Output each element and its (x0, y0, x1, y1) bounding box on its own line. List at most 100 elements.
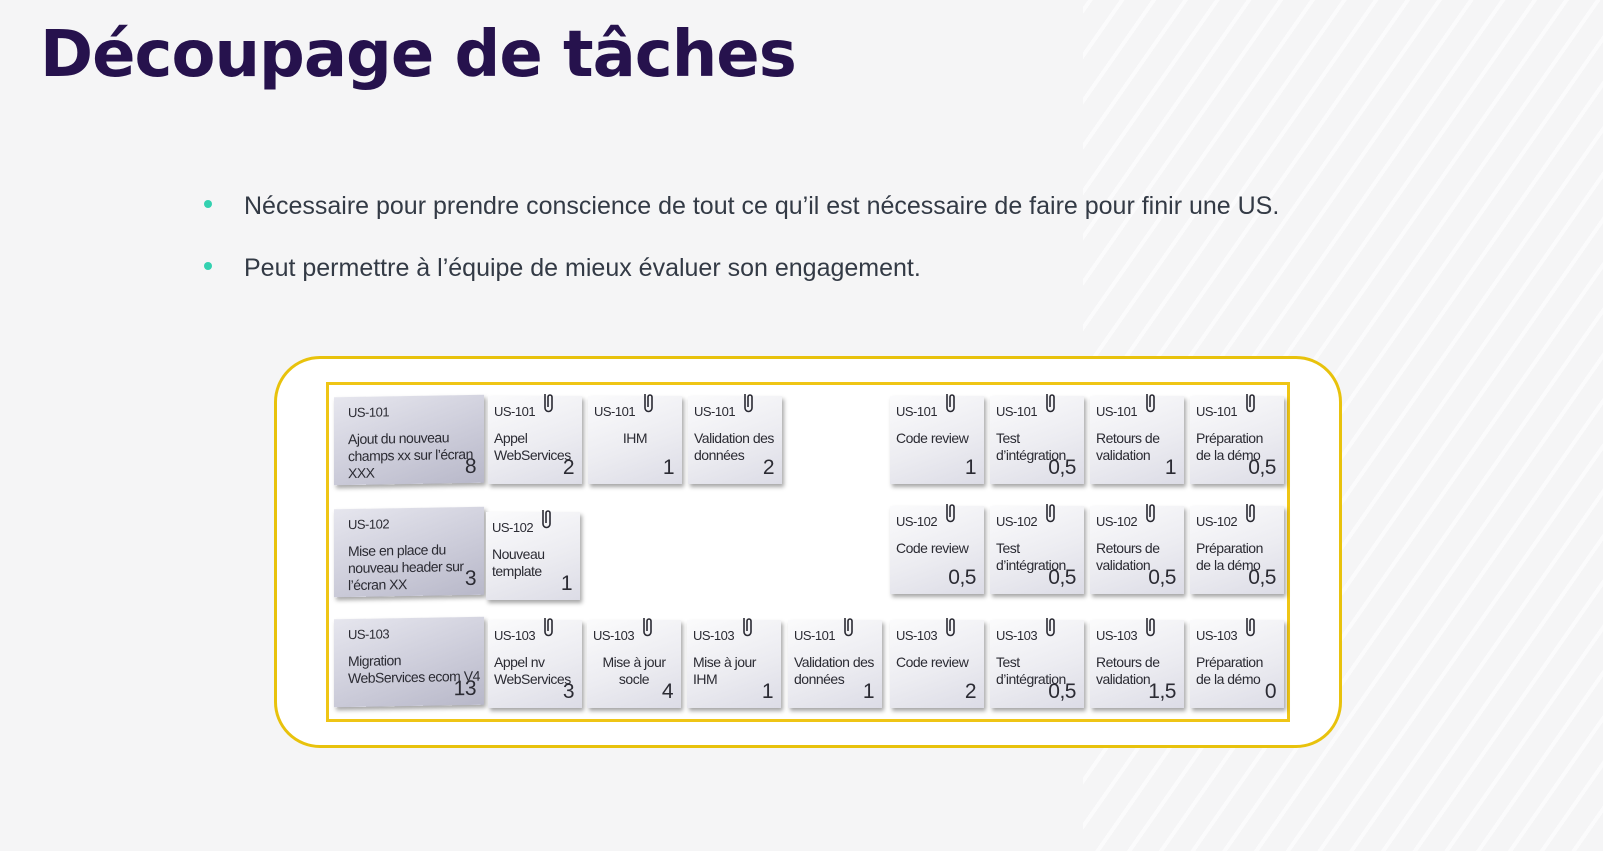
paperclip-icon (1046, 394, 1055, 413)
paperclip-icon (1246, 618, 1255, 637)
card-id: US-102 (492, 520, 534, 535)
card-id: US-101 (348, 404, 390, 421)
task-card: US-102 Nouveau template 1 (486, 510, 580, 600)
card-id: US-103 (348, 626, 390, 643)
card-points: 3 (464, 566, 476, 591)
card-id: US-101 (794, 628, 836, 643)
user-story-card: US-102 Mise en place du nouveau header s… (334, 506, 484, 598)
task-card: US-101 Code review 1 (890, 394, 984, 484)
card-text: Code review (896, 654, 969, 670)
card-id: US-103 (896, 628, 938, 643)
card-value: 0,5 (1048, 680, 1076, 703)
card-value: 0,5 (1048, 566, 1076, 589)
card-id: US-101 (694, 404, 736, 419)
task-card: US-102 Retours de validation 0,5 (1090, 504, 1184, 594)
paperclip-icon (544, 394, 553, 413)
card-text: Ajout du nouveau champs xx sur l’écran X… (348, 429, 473, 482)
paperclip-icon (1046, 504, 1055, 523)
task-card: US-101 Test d’intégration 0,5 (990, 394, 1084, 484)
paperclip-icon (1146, 394, 1155, 413)
card-text: Code review (896, 540, 969, 556)
card-id: US-103 (494, 628, 536, 643)
card-value: 1 (761, 680, 774, 703)
user-story-card: US-103 Migration WebServices ecom V4 13 (334, 616, 484, 708)
paperclip-icon (542, 510, 551, 529)
bullet-item: Peut permettre à l’équipe de mieux évalu… (204, 254, 1279, 316)
card-value: 1 (862, 680, 875, 703)
card-value: 0 (1264, 680, 1277, 703)
card-value: 0,5 (1048, 456, 1076, 479)
card-id: US-103 (1096, 628, 1138, 643)
task-card: US-103 Mise à jour socle 4 (587, 618, 681, 708)
bullet-text: Nécessaire pour prendre conscience de to… (244, 192, 1280, 220)
bullet-dot-icon (204, 200, 212, 208)
task-card: US-101 Préparation de la démo 0,5 (1190, 394, 1284, 484)
paperclip-icon (844, 618, 853, 637)
paperclip-icon (544, 618, 553, 637)
card-value: 1 (964, 456, 977, 479)
task-card: US-103 Mise à jour IHM 1 (687, 618, 781, 708)
card-id: US-101 (996, 404, 1038, 419)
paperclip-icon (644, 394, 653, 413)
card-id: US-102 (1196, 514, 1238, 529)
task-card: US-102 Code review 0,5 (890, 504, 984, 594)
card-value: 0,5 (1248, 456, 1276, 479)
slide-title: Découpage de tâches (40, 18, 797, 92)
task-card: US-101 Appel WebServices 2 (488, 394, 582, 484)
paperclip-icon (946, 504, 955, 523)
card-text: IHM (622, 430, 648, 446)
card-value: 1 (662, 456, 675, 479)
card-value: 1 (560, 572, 573, 595)
bullet-item: Nécessaire pour prendre conscience de to… (204, 192, 1279, 254)
user-story-card: US-101 Ajout du nouveau champs xx sur l’… (334, 394, 484, 486)
paperclip-icon (1246, 394, 1255, 413)
card-id: US-103 (1196, 628, 1238, 643)
card-id: US-103 (593, 628, 635, 643)
card-value: 4 (661, 680, 674, 703)
paperclip-icon (744, 394, 753, 413)
card-points: 8 (464, 454, 476, 479)
task-card: US-101 IHM 1 (588, 394, 682, 484)
task-card: US-102 Préparation de la démo 0,5 (1190, 504, 1284, 594)
bullet-dot-icon (204, 262, 212, 270)
card-id: US-101 (1196, 404, 1238, 419)
card-id: US-101 (594, 404, 636, 419)
bullet-text: Peut permettre à l’équipe de mieux évalu… (244, 254, 921, 282)
card-value: 1 (1164, 456, 1177, 479)
card-value: 3 (562, 680, 575, 703)
task-card: US-103 Test d’intégration 0,5 (990, 618, 1084, 708)
card-value: 0,5 (1248, 566, 1276, 589)
card-value: 2 (762, 456, 775, 479)
paperclip-icon (946, 618, 955, 637)
card-id: US-102 (348, 516, 390, 533)
card-text: Mise en place du nouveau header sur l’éc… (348, 541, 464, 594)
card-id: US-102 (896, 514, 938, 529)
card-id: US-102 (996, 514, 1038, 529)
paperclip-icon (643, 618, 652, 637)
card-points: 13 (453, 676, 476, 701)
card-value: 1,5 (1148, 680, 1176, 703)
card-id: US-101 (494, 404, 536, 419)
bullet-list: Nécessaire pour prendre conscience de to… (204, 192, 1279, 316)
card-id: US-103 (693, 628, 735, 643)
task-card: US-103 Retours de validation 1,5 (1090, 618, 1184, 708)
paperclip-icon (1246, 504, 1255, 523)
card-value: 2 (562, 456, 575, 479)
task-card: US-101 Validation des données 1 (788, 618, 882, 708)
task-card: US-101 Retours de validation 1 (1090, 394, 1184, 484)
task-card: US-101 Validation des données 2 (688, 394, 782, 484)
card-id: US-102 (1096, 514, 1138, 529)
paperclip-icon (1046, 618, 1055, 637)
paperclip-icon (1146, 618, 1155, 637)
card-text: Code review (896, 430, 969, 446)
paperclip-icon (743, 618, 752, 637)
card-id: US-101 (1096, 404, 1138, 419)
card-id: US-101 (896, 404, 938, 419)
task-card: US-102 Test d’intégration 0,5 (990, 504, 1084, 594)
card-value: 2 (964, 680, 977, 703)
paperclip-icon (1146, 504, 1155, 523)
task-card: US-103 Préparation de la démo 0 (1190, 618, 1284, 708)
card-value: 0,5 (948, 566, 976, 589)
task-card: US-103 Appel nv WebServices 3 (488, 618, 582, 708)
task-card: US-103 Code review 2 (890, 618, 984, 708)
